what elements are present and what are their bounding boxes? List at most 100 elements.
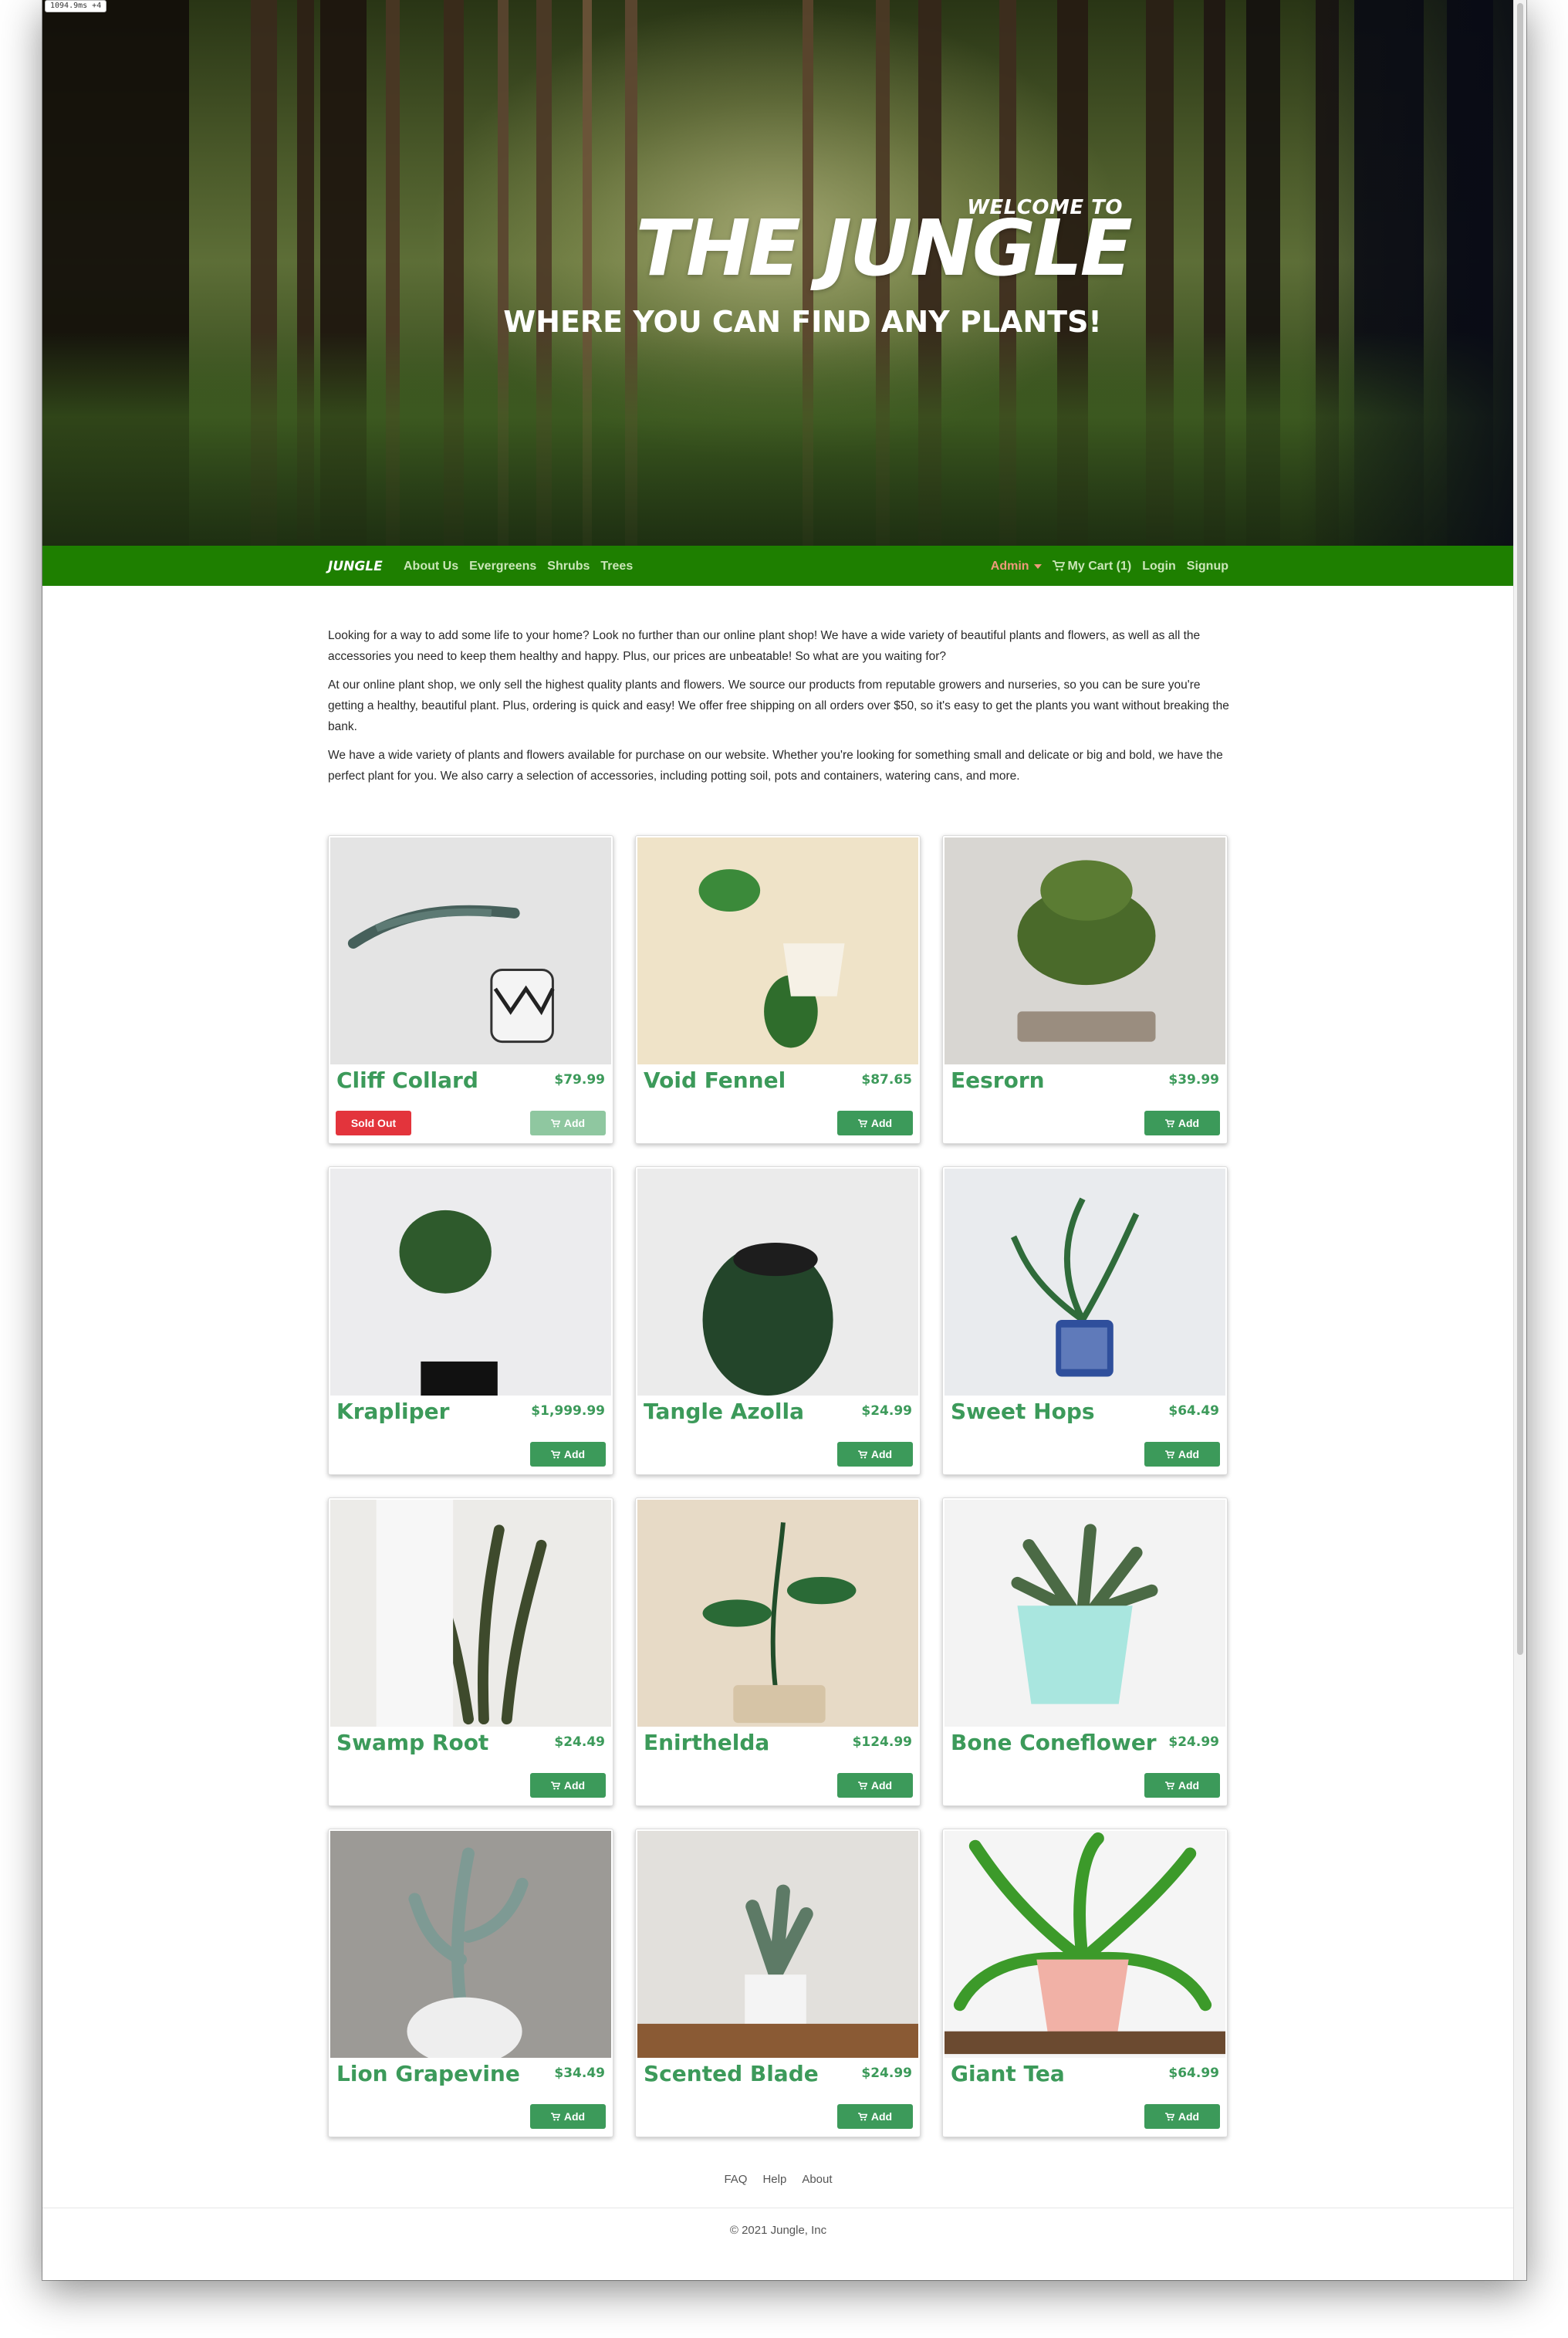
footer-links: FAQ Help About (42, 2173, 1514, 2186)
admin-dropdown-label: Admin (990, 560, 1029, 573)
add-to-cart-button[interactable]: Add (530, 2104, 606, 2129)
add-button-label: Add (870, 2110, 893, 2123)
product-card[interactable]: Void Fennel $87.65 Add (635, 835, 921, 1144)
product-price: $24.49 (554, 1734, 605, 1750)
cart-icon (857, 1781, 867, 1789)
scrollbar-thumb[interactable] (1517, 3, 1523, 1655)
signup-link[interactable]: Signup (1187, 560, 1228, 574)
nav-link-about-us[interactable]: About Us (404, 560, 458, 574)
my-cart-link[interactable]: My Cart (1) (1052, 560, 1131, 574)
product-image[interactable] (637, 837, 918, 1064)
product-card[interactable]: Bone Coneflower $24.99 Add (942, 1497, 1228, 1806)
product-image[interactable] (330, 837, 611, 1064)
navbar: JUNGLE About Us Evergreens Shrubs Trees … (42, 546, 1514, 586)
footer-link-about[interactable]: About (802, 2173, 832, 2186)
product-image[interactable] (945, 1500, 1225, 1727)
add-button-label: Add (563, 2110, 586, 2123)
copyright: © 2021 Jungle, Inc (729, 2224, 827, 2237)
product-card[interactable]: Sweet Hops $64.49 Add (942, 1166, 1228, 1475)
navbar-brand[interactable]: JUNGLE (328, 559, 383, 574)
add-button-label: Add (1178, 1779, 1200, 1792)
product-name[interactable]: Sweet Hops (951, 1399, 1151, 1424)
product-price: $24.99 (861, 1403, 912, 1419)
product-name[interactable]: Eesrorn (951, 1067, 1151, 1093)
add-to-cart-button[interactable]: Add (1144, 1442, 1220, 1467)
cart-icon (857, 2112, 867, 2120)
product-image[interactable] (637, 1831, 918, 2058)
login-link[interactable]: Login (1142, 560, 1176, 574)
product-image[interactable] (330, 1500, 611, 1727)
product-price: $24.99 (861, 2066, 912, 2081)
add-to-cart-button[interactable]: Add (1144, 1773, 1220, 1798)
product-price: $64.99 (1168, 2066, 1219, 2081)
cart-icon (1164, 1118, 1174, 1127)
product-image[interactable] (637, 1169, 918, 1396)
cart-icon (550, 1781, 560, 1789)
cart-icon (1164, 2112, 1174, 2120)
product-name[interactable]: Krapliper (336, 1399, 537, 1424)
caret-down-icon (1033, 563, 1042, 569)
product-name[interactable]: Giant Tea (951, 2061, 1151, 2086)
cart-icon (1164, 1450, 1174, 1458)
product-price: $34.49 (554, 2066, 605, 2081)
product-card[interactable]: Eesrorn $39.99 Add (942, 835, 1228, 1144)
add-to-cart-button[interactable]: Add (837, 1773, 913, 1798)
product-name[interactable]: Bone Coneflower (951, 1730, 1157, 1755)
product-price: $87.65 (861, 1072, 912, 1088)
product-name[interactable]: Scented Blade (644, 2061, 844, 2086)
add-button-label: Add (1178, 1448, 1200, 1460)
add-button-label: Add (1178, 1117, 1200, 1129)
product-card[interactable]: Cliff Collard $79.99 Sold Out Add (328, 835, 613, 1144)
product-card[interactable]: Giant Tea $64.99 Add (942, 1829, 1228, 2137)
cart-icon (1052, 560, 1065, 571)
add-button-label: Add (563, 1448, 586, 1460)
product-name[interactable]: Void Fennel (644, 1067, 844, 1093)
product-card[interactable]: Swamp Root $24.49 Add (328, 1497, 613, 1806)
product-name[interactable]: Swamp Root (336, 1730, 537, 1755)
product-name[interactable]: Enirthelda (644, 1730, 844, 1755)
product-name[interactable]: Cliff Collard (336, 1067, 537, 1093)
add-to-cart-button[interactable]: Add (530, 1773, 606, 1798)
cart-icon (857, 1450, 867, 1458)
add-to-cart-button[interactable]: Add (530, 1442, 606, 1467)
hero-title: THE JUNGLE (635, 203, 1133, 293)
product-price: $24.99 (1168, 1734, 1219, 1750)
footer-link-help[interactable]: Help (762, 2173, 786, 2186)
add-button-label: Add (563, 1779, 586, 1792)
browser-page: WELCOME TO THE JUNGLE WHERE YOU CAN FIND… (42, 0, 1526, 2280)
nav-link-evergreens[interactable]: Evergreens (469, 560, 536, 574)
product-card[interactable]: Scented Blade $24.99 Add (635, 1829, 921, 2137)
add-button-label: Add (870, 1117, 893, 1129)
product-card[interactable]: Lion Grapevine $34.49 Add (328, 1829, 613, 2137)
intro-paragraph: At our online plant shop, we only sell t… (328, 678, 1229, 733)
product-card[interactable]: Tangle Azolla $24.99 Add (635, 1166, 921, 1475)
cart-icon (857, 1118, 867, 1127)
product-card[interactable]: Enirthelda $124.99 Add (635, 1497, 921, 1806)
intro-paragraph: Looking for a way to add some life to yo… (328, 629, 1201, 663)
product-card[interactable]: Krapliper $1,999.99 Add (328, 1166, 613, 1475)
product-image[interactable] (330, 1169, 611, 1396)
admin-dropdown[interactable]: Admin (991, 560, 1042, 574)
add-to-cart-button[interactable]: Add (1144, 2104, 1220, 2129)
add-to-cart-button[interactable]: Add (530, 1111, 606, 1135)
nav-link-trees[interactable]: Trees (600, 560, 633, 574)
product-image[interactable] (637, 1500, 918, 1727)
add-button-label: Add (870, 1779, 893, 1792)
product-image[interactable] (945, 837, 1225, 1064)
product-name[interactable]: Lion Grapevine (336, 2061, 537, 2086)
cart-icon (550, 1118, 560, 1127)
intro-paragraph: We have a wide variety of plants and flo… (328, 749, 1223, 783)
product-price: $1,999.99 (531, 1403, 605, 1419)
product-image[interactable] (330, 1831, 611, 2058)
add-to-cart-button[interactable]: Add (837, 1442, 913, 1467)
product-image[interactable] (945, 1169, 1225, 1396)
product-image[interactable] (945, 1831, 1225, 2058)
product-name[interactable]: Tangle Azolla (644, 1399, 844, 1424)
add-to-cart-button[interactable]: Add (1144, 1111, 1220, 1135)
footer-link-faq[interactable]: FAQ (724, 2173, 747, 2186)
add-to-cart-button[interactable]: Add (837, 1111, 913, 1135)
add-to-cart-button[interactable]: Add (837, 2104, 913, 2129)
nav-link-shrubs[interactable]: Shrubs (547, 560, 590, 574)
page-scrollbar[interactable] (1513, 0, 1526, 2280)
sold-out-badge: Sold Out (336, 1111, 411, 1135)
